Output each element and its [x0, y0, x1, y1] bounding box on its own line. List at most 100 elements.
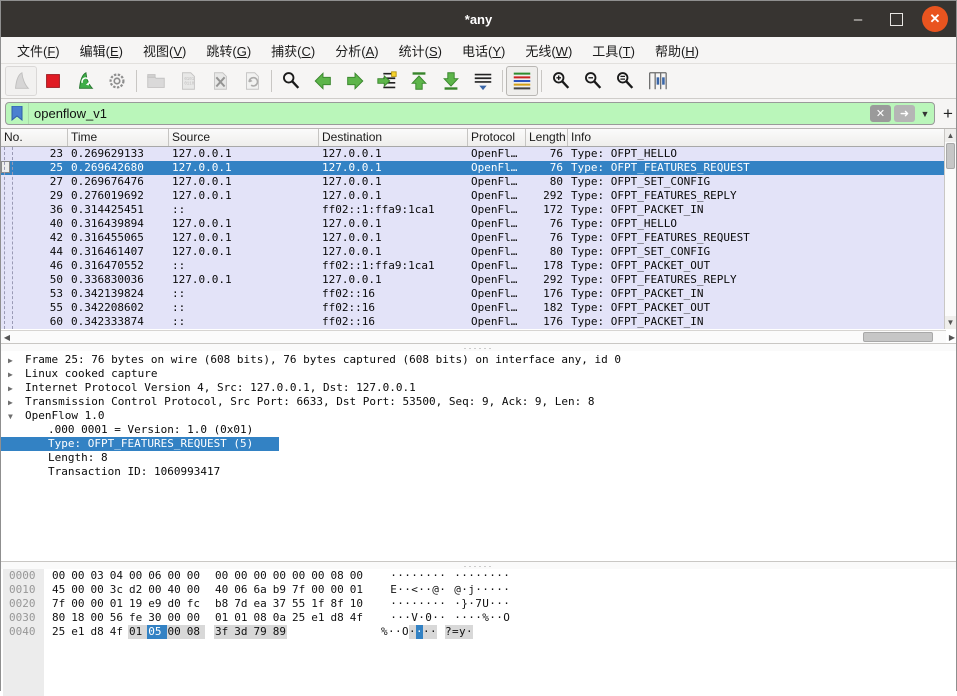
next-packet-button[interactable]	[339, 66, 371, 96]
menu-item-h[interactable]: 帮助(H)	[645, 38, 709, 63]
hex-row-0010[interactable]: 0010 45 00 00 3c d2 00 40 00 40 06 6a b9 7f 00 00 01 E··<…	[1, 583, 956, 597]
start-capture-button[interactable]	[5, 66, 37, 96]
capture-options-button[interactable]	[101, 66, 133, 96]
ascii-char[interactable]: ·	[489, 583, 496, 597]
hex-byte[interactable]: 00	[90, 583, 105, 597]
ascii-char[interactable]: %	[482, 611, 489, 625]
menu-item-y[interactable]: 电话(Y)	[452, 38, 515, 63]
hex-byte[interactable]: 7f	[291, 583, 306, 597]
filter-clear-button[interactable]: ✕	[870, 105, 891, 122]
column-header-info[interactable]: Info	[568, 129, 946, 146]
menu-item-t[interactable]: 工具(T)	[582, 38, 645, 63]
hex-byte[interactable]: 00	[166, 625, 186, 639]
hex-byte[interactable]: 3f	[214, 625, 234, 639]
column-header-no[interactable]: No.	[1, 129, 68, 146]
hex-byte[interactable]: 00	[90, 597, 105, 611]
column-header-protocol[interactable]: Protocol	[468, 129, 526, 146]
hex-byte[interactable]: 08	[253, 611, 268, 625]
detail-row[interactable]: ▶ Linux cooked capture	[1, 367, 956, 381]
hex-byte[interactable]: 55	[291, 597, 306, 611]
ascii-char[interactable]: ·	[489, 597, 496, 611]
scroll-right-arrow-icon[interactable]: ▶	[946, 333, 957, 342]
menu-item-e[interactable]: 编辑(E)	[70, 38, 133, 63]
hex-byte[interactable]: 56	[109, 611, 124, 625]
add-filter-button-button[interactable]: +	[943, 104, 953, 124]
column-header-destination[interactable]: Destination	[319, 129, 468, 146]
save-file-button[interactable]: 0101 0110	[172, 66, 204, 96]
detail-row[interactable]: ▼ OpenFlow 1.0	[1, 409, 956, 423]
ascii-char[interactable]: ·	[461, 569, 468, 583]
menu-item-a[interactable]: 分析(A)	[325, 38, 388, 63]
hex-byte[interactable]: 01	[233, 611, 248, 625]
hex-row-0000[interactable]: 0000 00 00 03 04 00 06 00 00 00 00 00 00 00 00 08 00 ····…	[1, 569, 956, 583]
hex-byte[interactable]: 01	[214, 611, 229, 625]
display-filter-input[interactable]: openflow_v1 ✕ ➜ ▼	[5, 102, 935, 125]
hex-byte[interactable]: 89	[271, 625, 287, 639]
hex-byte[interactable]: 7d	[233, 597, 248, 611]
ascii-char[interactable]: y	[458, 625, 466, 639]
ascii-char[interactable]: ·	[418, 583, 425, 597]
hex-byte[interactable]: 7f	[51, 597, 66, 611]
ascii-char[interactable]: ·	[482, 583, 489, 597]
menu-item-s[interactable]: 统计(S)	[389, 38, 452, 63]
hex-byte[interactable]: 0a	[272, 611, 287, 625]
ascii-char[interactable]: ·	[496, 611, 503, 625]
hex-byte[interactable]: 80	[51, 611, 66, 625]
column-header-source[interactable]: Source	[169, 129, 319, 146]
filter-apply-button[interactable]: ➜	[894, 105, 915, 122]
ascii-char[interactable]: ·	[475, 583, 482, 597]
ascii-char[interactable]: ·	[496, 583, 503, 597]
ascii-char[interactable]: ·	[503, 569, 510, 583]
pane-splitter[interactable]: ······	[1, 561, 956, 570]
ascii-char[interactable]: ·	[496, 597, 503, 611]
go-to-packet-button[interactable]	[371, 66, 403, 96]
detail-row[interactable]: Length: 8	[1, 451, 956, 465]
packet-row-50[interactable]: 50 0.336830036 127.0.0.1 127.0.0.1 OpenFl… 29…	[1, 273, 946, 287]
hex-byte[interactable]: fe	[128, 611, 143, 625]
ascii-char[interactable]: ·	[429, 625, 437, 639]
menu-item-w[interactable]: 无线(W)	[515, 38, 582, 63]
ascii-char[interactable]: 0	[425, 611, 432, 625]
vertical-scrollbar[interactable]: ▲ ▼	[944, 129, 956, 329]
hex-row-0040[interactable]: 0040 25 e1 d8 4f 01 05 00 08 3f 3d 79 89 %··O···· ?=y·	[1, 625, 956, 639]
ascii-char[interactable]: ·	[404, 583, 411, 597]
hex-byte[interactable]: 10	[349, 597, 364, 611]
ascii-char[interactable]: ·	[425, 583, 432, 597]
hex-byte[interactable]: 06	[233, 583, 248, 597]
ascii-char[interactable]: ·	[408, 625, 416, 639]
ascii-char[interactable]: ·	[439, 583, 446, 597]
ascii-char[interactable]: ·	[432, 597, 439, 611]
hex-byte[interactable]: 00	[233, 569, 248, 583]
hex-byte[interactable]: d8	[330, 611, 345, 625]
packet-row-23[interactable]: 23 0.269629133 127.0.0.1 127.0.0.1 OpenFl… 76…	[1, 147, 946, 161]
ascii-char[interactable]: }	[461, 597, 468, 611]
ascii-char[interactable]: ·	[439, 597, 446, 611]
ascii-char[interactable]: ·	[390, 597, 397, 611]
hex-byte[interactable]: 00	[349, 569, 364, 583]
auto-scroll-button[interactable]	[467, 66, 499, 96]
hex-byte[interactable]: 3c	[109, 583, 124, 597]
hex-byte[interactable]: 3d	[233, 625, 253, 639]
ascii-char[interactable]: ·	[432, 569, 439, 583]
ascii-char[interactable]: ·	[422, 625, 430, 639]
stop-capture-button[interactable]	[37, 66, 69, 96]
hex-byte[interactable]: 25	[51, 625, 66, 639]
horizontal-scroll-thumb[interactable]	[863, 332, 933, 342]
hex-byte[interactable]: 25	[291, 611, 306, 625]
hex-byte[interactable]: ea	[253, 597, 268, 611]
ascii-char[interactable]: <	[411, 583, 418, 597]
expanded-triangle-icon[interactable]: ▼	[1, 410, 22, 424]
ascii-char[interactable]: ·	[439, 569, 446, 583]
ascii-char[interactable]: O	[503, 611, 510, 625]
ascii-char[interactable]: 7	[475, 597, 482, 611]
ascii-char[interactable]: j	[468, 583, 475, 597]
ascii-char[interactable]: ·	[461, 611, 468, 625]
previous-packet-button[interactable]	[307, 66, 339, 96]
menu-item-c[interactable]: 捕获(C)	[261, 38, 325, 63]
maximize-button[interactable]	[884, 7, 908, 31]
detail-row[interactable]: .000 0001 = Version: 1.0 (0x01)	[1, 423, 956, 437]
hex-byte[interactable]: 37	[272, 597, 287, 611]
packet-row-60[interactable]: 60 0.342333874:: ff02::16 OpenFl… 176 Type: O…	[1, 315, 946, 329]
ascii-char[interactable]: ·	[395, 625, 402, 639]
ascii-char[interactable]: ·	[439, 611, 446, 625]
